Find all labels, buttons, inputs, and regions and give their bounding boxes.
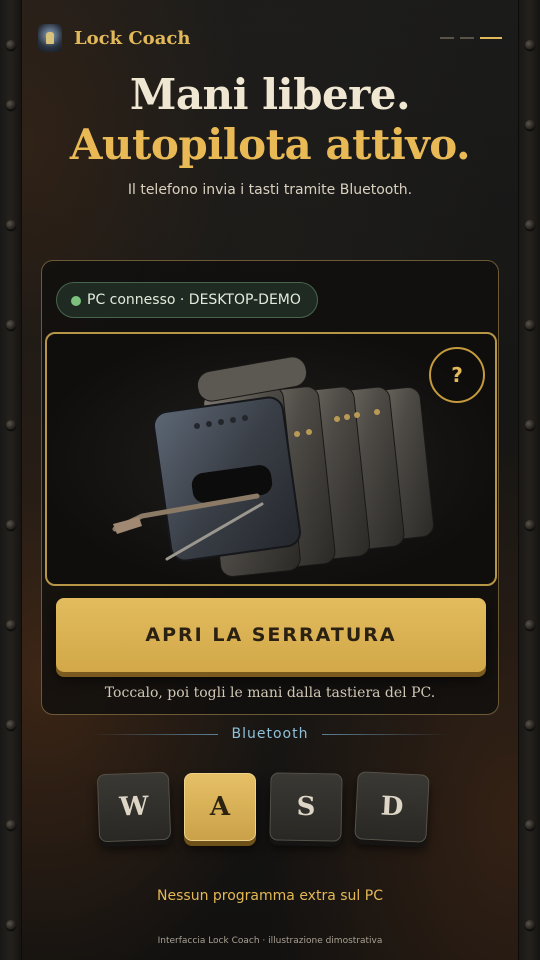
caption: Interfaccia Lock Coach · illustrazione d…	[157, 936, 383, 946]
status-dot-icon	[71, 296, 81, 306]
key-s-button[interactable]: S	[269, 772, 343, 842]
rivet-icon	[525, 920, 535, 930]
open-lock-button[interactable]: APRI LA SERRATURA	[56, 598, 486, 672]
rivet-icon	[6, 620, 16, 630]
rivet-icon	[6, 40, 16, 50]
rivet-icon	[525, 320, 535, 330]
rivet-icon	[525, 620, 535, 630]
lock-card: PC connesso · DESKTOP-DEMO ? APRI LA SER…	[41, 260, 499, 715]
rivet-icon	[6, 420, 16, 430]
page-indicator	[440, 37, 502, 39]
hero-subtitle: Il telefono invia i tasti tramite Blueto…	[127, 182, 413, 198]
connection-status-text: PC connesso · DESKTOP-DEMO	[87, 292, 301, 308]
footer-note: Nessun programma extra sul PC	[157, 888, 383, 904]
hero: Mani libere. Autopilota attivo. Il telef…	[0, 70, 540, 198]
wasd-keys: W A S D	[0, 771, 540, 845]
rivet-icon	[525, 40, 535, 50]
divider-line	[90, 733, 218, 735]
help-button[interactable]: ?	[429, 347, 485, 403]
divider-line	[322, 733, 450, 735]
rivet-icon	[525, 720, 535, 730]
page-dot-active	[480, 37, 502, 39]
hero-title-line1: Mani libere.	[129, 70, 411, 119]
cta-hint: Toccalo, poi togli le mani dalla tastier…	[104, 685, 436, 701]
connection-status-badge: PC connesso · DESKTOP-DEMO	[56, 282, 318, 318]
rivet-icon	[525, 420, 535, 430]
hero-title-line2: Autopilota attivo.	[69, 120, 471, 169]
rivet-icon	[6, 320, 16, 330]
lock-illustration: ?	[45, 332, 497, 586]
app-header: Lock Coach	[38, 22, 502, 54]
key-a-button[interactable]: A	[184, 773, 256, 841]
page-dot	[460, 37, 474, 39]
rivet-icon	[6, 220, 16, 230]
rivet-icon	[6, 920, 16, 930]
bluetooth-label: Bluetooth	[231, 726, 309, 742]
rivet-icon	[525, 520, 535, 530]
rivet-icon	[525, 220, 535, 230]
keyhole-lock-icon	[38, 24, 62, 52]
key-d-button[interactable]: D	[354, 771, 430, 843]
bluetooth-divider: Bluetooth	[90, 723, 450, 745]
page-dot	[440, 37, 454, 39]
rivet-icon	[6, 520, 16, 530]
key-w-button[interactable]: W	[96, 771, 172, 843]
rivet-icon	[6, 720, 16, 730]
app-title: Lock Coach	[74, 27, 191, 49]
